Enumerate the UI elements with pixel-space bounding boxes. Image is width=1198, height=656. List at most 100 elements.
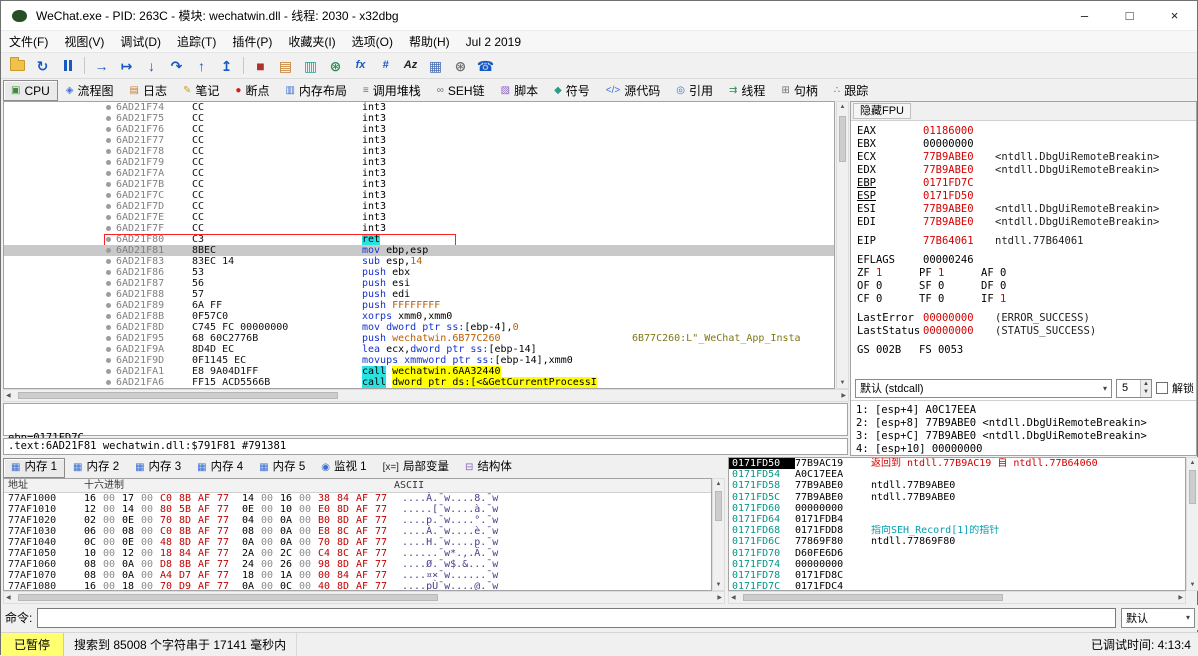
scroll-up-icon[interactable]: ▲ — [1188, 458, 1198, 468]
stack-row[interactable]: 0171FD5877B9ABE0ntdll.77B9ABE0 — [729, 480, 1185, 491]
argument-row[interactable]: 4: [esp+10] 00000000 — [856, 443, 1196, 456]
step-over-button[interactable]: ↷ — [165, 55, 188, 77]
tab-dump-2[interactable]: ▦内存 2 — [65, 458, 127, 478]
tab-references[interactable]: ◎引用 — [668, 80, 721, 101]
menu-item-8[interactable]: Jul 2 2019 — [458, 31, 529, 52]
menu-item-2[interactable]: 调试(D) — [112, 31, 169, 52]
graph-button[interactable]: ▦ — [424, 55, 447, 77]
stack-horizontal-scrollbar[interactable]: ◀ ▶ — [728, 591, 1186, 604]
tab-symbols[interactable]: ◆符号 — [546, 80, 598, 101]
menu-item-5[interactable]: 收藏夹(I) — [280, 31, 343, 52]
dump-row[interactable]: 77AF100016001700C08BAF77140016003884AF77… — [4, 493, 711, 504]
disasm-vertical-scrollbar[interactable]: ▲ ▼ — [836, 101, 849, 389]
flag-zf[interactable]: ZF 1 — [857, 267, 919, 280]
flag-of[interactable]: OF 0 — [857, 280, 919, 293]
disasm-row[interactable]: 6AD21F80C3ret — [4, 234, 834, 245]
dump-horizontal-scrollbar[interactable]: ◀ ▶ — [3, 591, 725, 604]
disasm-row[interactable]: 6AD21F79CCint3 — [4, 157, 834, 168]
tab-struct[interactable]: ⊟结构体 — [457, 458, 520, 478]
tab-dump-5[interactable]: ▦内存 5 — [251, 458, 313, 478]
flag-tf[interactable]: TF 0 — [919, 293, 981, 306]
restart-button[interactable]: ↻ — [31, 55, 54, 77]
stack-row[interactable]: 0171FD6000000000 — [729, 503, 1185, 514]
spinner-arrows[interactable]: ▲ ▼ — [1140, 380, 1151, 397]
disasm-row[interactable]: 6AD21F76CCint3 — [4, 124, 834, 135]
menu-item-1[interactable]: 视图(V) — [56, 31, 112, 52]
tab-dump-4[interactable]: ▦内存 4 — [189, 458, 251, 478]
stack-row[interactable]: 0171FD640171FDB4 — [729, 514, 1185, 525]
disasm-row[interactable]: 6AD21F8653push ebx — [4, 267, 834, 278]
disasm-row[interactable]: 6AD21FA1E8 9A04D1FFcall wechatwin.6AA324… — [4, 366, 834, 377]
scroll-thumb[interactable] — [715, 491, 722, 521]
menu-item-0[interactable]: 文件(F) — [1, 31, 56, 52]
disasm-row[interactable]: 6AD21F75CCint3 — [4, 113, 834, 124]
disasm-row[interactable]: 6AD21F7ECCint3 — [4, 212, 834, 223]
menu-item-7[interactable]: 帮助(H) — [401, 31, 458, 52]
disasm-row[interactable]: 6AD21F74CCint3 — [4, 102, 834, 113]
scroll-thumb[interactable] — [743, 594, 1003, 601]
stack-row[interactable]: 0171FD5C77B9ABE0ntdll.77B9ABE0 — [729, 492, 1185, 503]
stack-row[interactable]: 0171FD5077B9AC19返回到 ntdll.77B9AC19 自 ntd… — [729, 458, 1185, 469]
open-file-button[interactable] — [6, 55, 29, 77]
scroll-left-icon[interactable]: ◀ — [729, 593, 738, 603]
disasm-row[interactable]: 6AD21F8DC745 FC 00000000mov dword ptr ss… — [4, 322, 834, 333]
disasm-row[interactable]: 6AD21F9D0F1145 ECmovups xmmword ptr ss:[… — [4, 355, 834, 366]
tab-cpu[interactable]: ▣CPU — [3, 80, 58, 101]
run-button[interactable]: → — [90, 55, 113, 77]
memory-map-button[interactable]: ▤ — [274, 55, 297, 77]
argument-row[interactable]: 2: [esp+8] 77B9ABE0 <ntdll.DbgUiRemoteBr… — [856, 417, 1196, 430]
disasm-row[interactable]: 6AD21F7CCCint3 — [4, 190, 834, 201]
stack-row[interactable]: 0171FD6C77869F80ntdll.77869F80 — [729, 536, 1185, 547]
register-eip[interactable]: EIP77B64061ntdll.77B64061 — [857, 235, 1196, 248]
register-eflags[interactable]: EFLAGS00000246 — [857, 254, 1196, 267]
register-laststatus[interactable]: LastStatus00000000(STATUS_SUCCESS) — [857, 325, 1196, 338]
calling-convention-select[interactable]: 默认 (stdcall) ▾ — [855, 379, 1112, 398]
attach-button[interactable]: ☎ — [474, 55, 497, 77]
tab-dump-3[interactable]: ▦内存 3 — [127, 458, 189, 478]
tab-call-stack[interactable]: ≡调用堆栈 — [355, 80, 429, 101]
tab-watch-1[interactable]: ◉监视 1 — [313, 458, 374, 478]
stack-row[interactable]: 0171FD54A0C17EEA — [729, 469, 1185, 480]
disasm-row[interactable]: 6AD21F7BCCint3 — [4, 179, 834, 190]
dump-row[interactable]: 77AF10400C000E00488DAF770A000A00708DAF77… — [4, 537, 711, 548]
register-edi[interactable]: EDI77B9ABE0<ntdll.DbgUiRemoteBreakin> — [857, 216, 1196, 229]
hide-fpu-button[interactable]: 隐藏FPU — [853, 103, 911, 119]
register-ebx[interactable]: EBX00000000 — [857, 138, 1196, 151]
register-lasterror[interactable]: LastError00000000(ERROR_SUCCESS) — [857, 312, 1196, 325]
scroll-thumb[interactable] — [839, 116, 846, 162]
scroll-up-icon[interactable]: ▲ — [838, 102, 848, 112]
scroll-down-icon[interactable]: ▼ — [838, 378, 848, 388]
settings-gears-button[interactable]: ⊛ — [324, 55, 347, 77]
disasm-horizontal-scrollbar[interactable]: ◀ ▶ — [3, 389, 849, 402]
flag-fs[interactable]: FS 0053 — [919, 344, 981, 357]
register-ecx[interactable]: ECX77B9ABE0<ntdll.DbgUiRemoteBreakin> — [857, 151, 1196, 164]
log-button[interactable]: ▥ — [299, 55, 322, 77]
disasm-row[interactable]: 6AD21F8857push edi — [4, 289, 834, 300]
disasm-row[interactable]: 6AD21F818BECmov ebp,esp — [4, 245, 834, 256]
disasm-row[interactable]: 6AD21F77CCint3 — [4, 135, 834, 146]
disasm-row[interactable]: 6AD21F9A8D4D EClea ecx,dword ptr ss:[ebp… — [4, 344, 834, 355]
stack-row[interactable]: 0171FD680171FDD8指向SEH_Record[1]的指针 — [729, 525, 1185, 536]
scroll-down-icon[interactable]: ▼ — [714, 580, 724, 590]
dump-row[interactable]: 77AF10801600180070D9AF770A000C00408DAF77… — [4, 581, 711, 591]
tab-locals[interactable]: [x=]局部变量 — [375, 458, 457, 478]
menu-item-3[interactable]: 追踪(T) — [169, 31, 224, 52]
stop-button[interactable]: ■ — [249, 55, 272, 77]
tab-notes[interactable]: ✎笔记 — [175, 80, 227, 101]
tab-memory-map[interactable]: ▥内存布局 — [277, 80, 354, 101]
disasm-row[interactable]: 6AD21F8756push esi — [4, 278, 834, 289]
scroll-up-icon[interactable]: ▲ — [714, 479, 724, 489]
flag-cf[interactable]: CF 0 — [857, 293, 919, 306]
scroll-thumb[interactable] — [18, 594, 438, 601]
unlock-checkbox[interactable] — [1156, 382, 1168, 394]
dump-row[interactable]: 77AF103006000800C08BAF7708000A00E88CAF77… — [4, 526, 711, 537]
tab-handles[interactable]: ⊞句柄 — [773, 80, 825, 101]
flag-gs[interactable]: GS 002B — [857, 344, 919, 357]
disasm-row[interactable]: 6AD21F8383EC 14sub esp,14 — [4, 256, 834, 267]
dump-row[interactable]: 77AF1050100012001884AF772A002C00C48CAF77… — [4, 548, 711, 559]
disasm-row[interactable]: 6AD21F896A FFpush FFFFFFFF — [4, 300, 834, 311]
disasm-row[interactable]: 6AD21F7DCCint3 — [4, 201, 834, 212]
stack-row[interactable]: 0171FD780171FD8C — [729, 570, 1185, 581]
tab-trace[interactable]: ∴跟踪 — [826, 80, 876, 101]
tab-log[interactable]: ▤日志 — [122, 80, 175, 101]
